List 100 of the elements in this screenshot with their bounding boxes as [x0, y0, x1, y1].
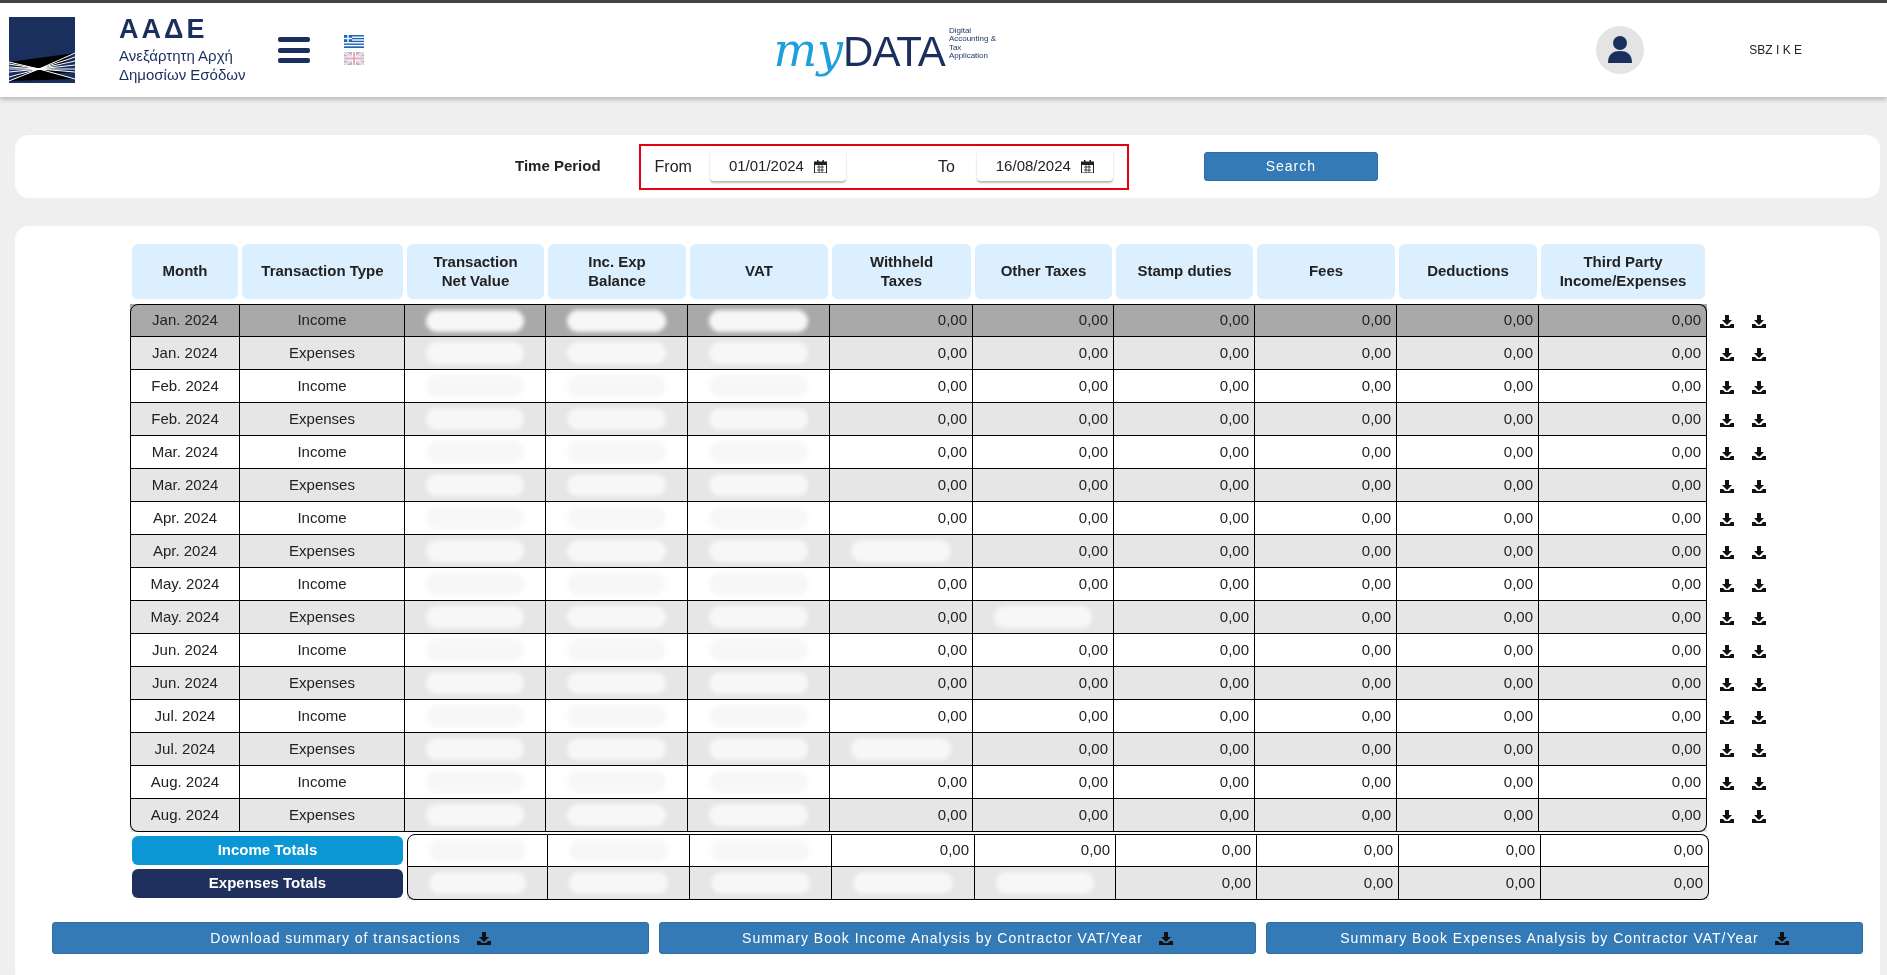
- table-row[interactable]: Jun. 2024 Income 0,00 0,00 0,00 0,00 0,00 0,00: [130, 634, 1707, 667]
- table-cell: 0,00: [1116, 867, 1257, 900]
- table-cell: 0,00: [973, 799, 1114, 832]
- download-icon[interactable]: [1720, 577, 1734, 592]
- emblem-icon: [9, 17, 75, 83]
- download-icon: [1774, 931, 1789, 945]
- table-row[interactable]: Mar. 2024 Income 0,00 0,00 0,00 0,00 0,00 0,00: [130, 436, 1707, 469]
- table-row[interactable]: Feb. 2024 Income 0,00 0,00 0,00 0,00 0,00 0,00: [130, 370, 1707, 403]
- download-icon[interactable]: [1752, 511, 1766, 526]
- download-icon[interactable]: [1720, 445, 1734, 460]
- logo-subtitle: Ανεξάρτητη Αρχή: [119, 46, 234, 66]
- date-field[interactable]: 16/08/2024: [976, 151, 1113, 182]
- logo-tagline: Accounting &: [948, 35, 996, 44]
- download-icon[interactable]: [1752, 610, 1766, 625]
- to-label: To: [937, 156, 955, 177]
- table-cell: Expenses: [240, 799, 405, 832]
- download-icon[interactable]: [1752, 577, 1766, 592]
- download-icon[interactable]: [1720, 544, 1734, 559]
- download-icon[interactable]: [1752, 445, 1766, 460]
- logo-title: ΑΑΔΕ: [119, 15, 209, 43]
- column-header: Deductions: [1399, 244, 1537, 299]
- download-icon[interactable]: [1720, 346, 1734, 361]
- download-icon[interactable]: [1752, 742, 1766, 757]
- date-field[interactable]: 01/01/2024: [709, 151, 846, 182]
- download-icon[interactable]: [1752, 412, 1766, 427]
- table-cell: 0,00: [975, 834, 1116, 867]
- calendar-icon[interactable]: [1080, 159, 1094, 173]
- filter-label: Time Period: [515, 156, 601, 177]
- column-header: Third Party Income/Expenses: [1541, 244, 1705, 299]
- column-header: Withheld Taxes: [832, 244, 971, 299]
- table-row[interactable]: Aug. 2024 Expenses 0,00 0,00 0,00 0,00 0,00 0,00: [130, 799, 1707, 832]
- download-icon[interactable]: [1720, 412, 1734, 427]
- table-cell: 0,00: [1255, 799, 1397, 832]
- column-header: Other Taxes: [975, 244, 1112, 299]
- download-icon[interactable]: [1752, 313, 1766, 328]
- download-icon[interactable]: [1720, 478, 1734, 493]
- income-totals-label: Income Totals: [132, 836, 403, 865]
- table-cell: 0,00: [1397, 304, 1539, 337]
- download-icon[interactable]: [1720, 709, 1734, 724]
- table-cell: 0,00: [830, 799, 973, 832]
- download-icon: [476, 931, 491, 945]
- download-icon[interactable]: [1752, 346, 1766, 361]
- table-row[interactable]: Jan. 2024 Expenses 0,00 0,00 0,00 0,00 0,00 0,00: [130, 337, 1707, 370]
- download-icon[interactable]: [1752, 544, 1766, 559]
- download-icon[interactable]: [1720, 511, 1734, 526]
- from-label: From: [654, 156, 692, 177]
- download-icon[interactable]: [1720, 742, 1734, 757]
- table-cell: 0,00: [1399, 834, 1541, 867]
- download-icon[interactable]: [1720, 643, 1734, 658]
- table-row[interactable]: Apr. 2024 Income 0,00 0,00 0,00 0,00 0,00 0,00: [130, 502, 1707, 535]
- column-header: Transaction Net Value: [407, 244, 544, 299]
- download-button[interactable]: Summary Book Income Analysis by Contractor VAT/Year: [659, 922, 1256, 954]
- column-header: VAT: [690, 244, 828, 299]
- table-row[interactable]: Jul. 2024 Income 0,00 0,00 0,00 0,00 0,00 0,00: [130, 700, 1707, 733]
- logo-tagline: Application: [948, 52, 989, 61]
- download-icon[interactable]: [1752, 775, 1766, 790]
- table-row[interactable]: Feb. 2024 Expenses 0,00 0,00 0,00 0,00 0,00 0,00: [130, 403, 1707, 436]
- download-icon[interactable]: [1720, 808, 1734, 823]
- download-icon[interactable]: [1752, 379, 1766, 394]
- download-icon[interactable]: [1752, 478, 1766, 493]
- search-button[interactable]: Search: [1203, 152, 1378, 181]
- download-button[interactable]: Download summary of transactions: [52, 922, 649, 954]
- table-row[interactable]: May. 2024 Income 0,00 0,00 0,00 0,00 0,00 0,00: [130, 568, 1707, 601]
- table-cell: 0,00: [1541, 867, 1709, 900]
- table-cell: Income: [240, 304, 405, 337]
- download-icon[interactable]: [1752, 643, 1766, 658]
- table-row[interactable]: Apr. 2024 Expenses 0,00 0,00 0,00 0,00 0,00: [130, 535, 1707, 568]
- download-icon[interactable]: [1752, 676, 1766, 691]
- table-row[interactable]: Jul. 2024 Expenses 0,00 0,00 0,00 0,00 0,00: [130, 733, 1707, 766]
- calendar-icon[interactable]: [813, 159, 827, 173]
- download-icon[interactable]: [1720, 313, 1734, 328]
- avatar-icon[interactable]: [1596, 26, 1645, 74]
- download-icon[interactable]: [1752, 808, 1766, 823]
- table-cell: 0,00: [1255, 304, 1397, 337]
- table-cell: 0,00: [832, 834, 975, 867]
- table-row[interactable]: Aug. 2024 Income 0,00 0,00 0,00 0,00 0,00 0,00: [130, 766, 1707, 799]
- table-row[interactable]: Jan. 2024 Income 0,00 0,00 0,00 0,00 0,00 0,00: [130, 304, 1707, 337]
- menu-button[interactable]: [278, 37, 311, 63]
- download-icon[interactable]: [1720, 676, 1734, 691]
- logo-tagline: Tax: [948, 43, 962, 53]
- logo-subtitle: Δημοσίων Εσόδων: [119, 65, 246, 85]
- table-cell: Jan. 2024: [130, 304, 240, 337]
- table-cell: 0,00: [1257, 834, 1399, 867]
- download-icon[interactable]: [1720, 775, 1734, 790]
- table-cell: 0,00: [1116, 834, 1257, 867]
- download-button[interactable]: Summary Book Expenses Analysis by Contractor VAT/Year: [1266, 922, 1863, 954]
- logo-tagline: Digital: [948, 27, 972, 35]
- table-cell: 0,00: [1539, 799, 1707, 832]
- flag-icon[interactable]: [344, 35, 365, 48]
- column-header: Stamp duties: [1116, 244, 1253, 299]
- table-cell: Aug. 2024: [130, 799, 240, 832]
- table-row[interactable]: May. 2024 Expenses 0,00 0,00 0,00 0,00 0,00: [130, 601, 1707, 634]
- column-header: Fees: [1257, 244, 1395, 299]
- expenses-totals-label: Expenses Totals: [132, 869, 403, 898]
- table-cell: 0,00: [973, 304, 1114, 337]
- download-icon[interactable]: [1720, 379, 1734, 394]
- table-row[interactable]: Mar. 2024 Expenses 0,00 0,00 0,00 0,00 0,00 0,00: [130, 469, 1707, 502]
- download-icon[interactable]: [1720, 610, 1734, 625]
- table-row[interactable]: Jun. 2024 Expenses 0,00 0,00 0,00 0,00 0,00 0,00: [130, 667, 1707, 700]
- download-icon[interactable]: [1752, 709, 1766, 724]
